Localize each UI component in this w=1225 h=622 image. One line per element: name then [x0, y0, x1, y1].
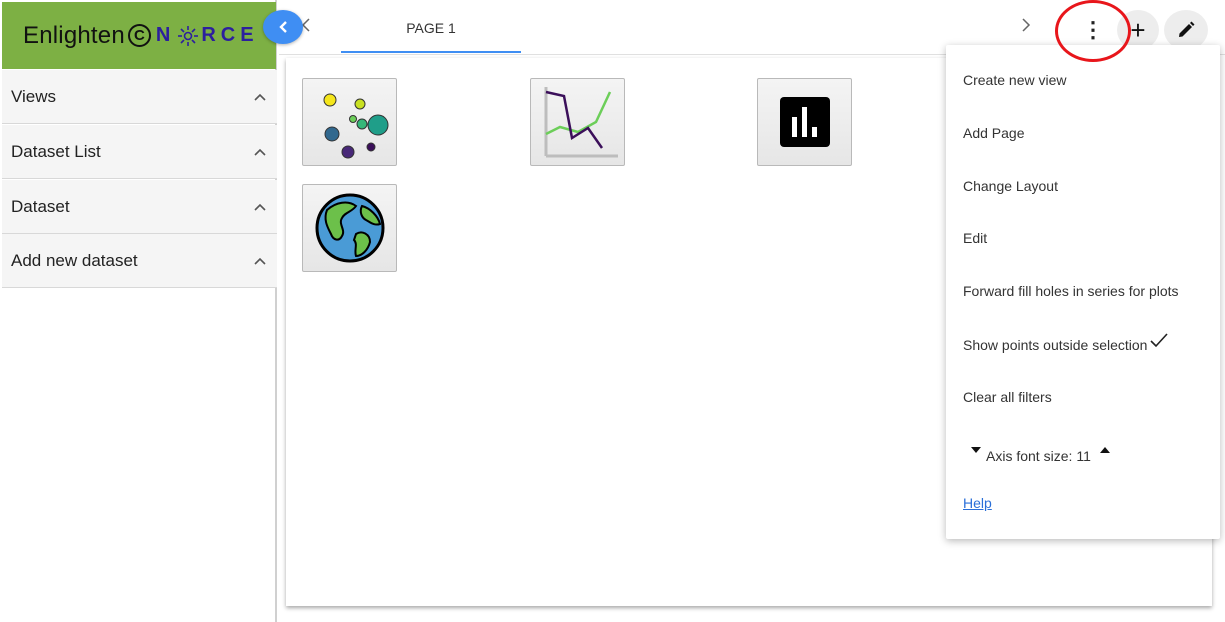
axis-font-size-value: 11: [1076, 448, 1091, 464]
sidebar-item-add-new-dataset[interactable]: Add new dataset: [2, 234, 277, 288]
sun-icon: [178, 25, 199, 46]
chevron-up-icon: [253, 145, 267, 159]
brand-bar: Enlighten C N RCE: [2, 2, 276, 69]
tab-page-1[interactable]: PAGE 1: [341, 0, 521, 55]
tab-scroll-right-button[interactable]: [1021, 17, 1031, 38]
more-vertical-icon: ⋮: [1082, 17, 1104, 42]
chevron-right-icon: [1022, 18, 1031, 32]
menu-item-change-layout[interactable]: Change Layout: [963, 178, 1058, 194]
caret-down-icon[interactable]: [970, 441, 982, 457]
sidebar: Enlighten C N RCE Views Dataset List Dat…: [0, 0, 277, 622]
view-tile-bar-chart[interactable]: [757, 78, 852, 166]
sidebar-item-views[interactable]: Views: [2, 70, 277, 124]
help-link[interactable]: Help: [963, 495, 992, 511]
menu-item-label: Show points outside selection: [963, 337, 1148, 353]
collapse-sidebar-button[interactable]: [263, 10, 303, 44]
sidebar-item-dataset[interactable]: Dataset: [2, 180, 277, 234]
view-tile-line-chart[interactable]: [530, 78, 625, 166]
scatter-plot-icon: [323, 93, 388, 159]
menu-item-add-page[interactable]: Add Page: [963, 125, 1025, 141]
caret-up-icon[interactable]: [1099, 441, 1111, 457]
edit-button[interactable]: [1164, 10, 1208, 50]
menu-item-create-new-view[interactable]: Create new view: [963, 72, 1067, 88]
menu-item-show-points-outside-selection[interactable]: Show points outside selection: [963, 329, 1169, 353]
norce-logo: N RCE: [155, 24, 259, 46]
chevron-up-icon: [253, 90, 267, 104]
sidebar-item-label: Add new dataset: [11, 250, 138, 270]
pencil-icon: [1179, 21, 1195, 37]
axis-font-size-label: Axis font size:: [986, 448, 1073, 464]
line-chart-icon: [544, 87, 618, 158]
copyright-icon: C: [127, 24, 151, 47]
globe-map-icon: [315, 193, 384, 263]
active-tab-indicator: [341, 51, 521, 53]
view-tile-map[interactable]: [302, 184, 397, 272]
view-tile-scatter[interactable]: [302, 78, 397, 166]
menu-item-clear-all-filters[interactable]: Clear all filters: [963, 389, 1052, 405]
sidebar-item-label: Dataset List: [11, 141, 101, 161]
axis-font-size-control: Axis font size: 11: [970, 440, 1111, 464]
app-title: Enlighten: [23, 21, 125, 49]
chevron-up-icon: [253, 254, 267, 268]
sidebar-item-label: Dataset: [11, 196, 70, 216]
sidebar-item-dataset-list[interactable]: Dataset List: [2, 125, 277, 179]
menu-item-forward-fill[interactable]: Forward fill holes in series for plots: [963, 283, 1179, 299]
options-menu: Create new view Add Page Change Layout E…: [946, 45, 1220, 539]
add-view-button[interactable]: +: [1117, 10, 1159, 50]
menu-item-edit[interactable]: Edit: [963, 230, 987, 246]
checkmark-icon: [1150, 333, 1169, 348]
plus-icon: +: [1130, 14, 1146, 45]
bar-chart-icon: [779, 97, 830, 147]
chevron-up-icon: [253, 200, 267, 214]
chevron-left-icon: [279, 21, 287, 33]
more-options-button[interactable]: ⋮: [1073, 10, 1113, 50]
sidebar-item-label: Views: [11, 86, 57, 106]
